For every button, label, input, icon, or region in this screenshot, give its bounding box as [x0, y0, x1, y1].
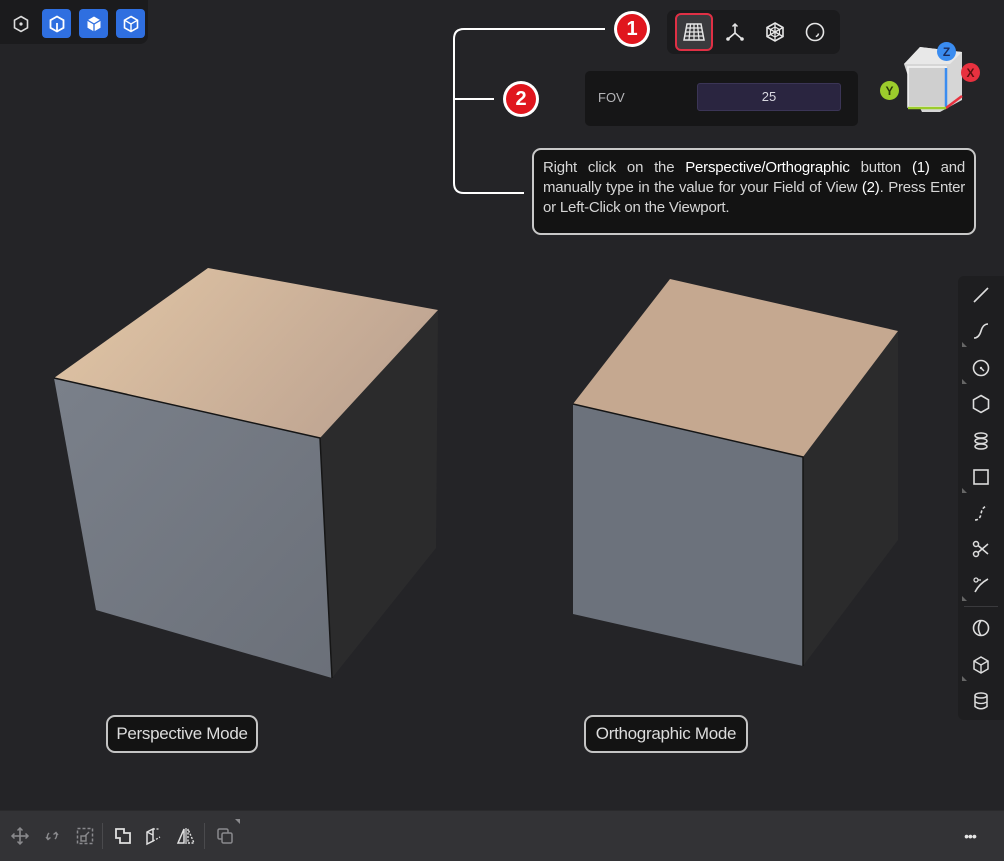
trim-curve-icon: [971, 575, 991, 595]
more-options-button[interactable]: •••: [954, 823, 986, 849]
move-button[interactable]: [7, 823, 33, 849]
scale-button[interactable]: [72, 823, 98, 849]
cut-tool-button[interactable]: [966, 534, 996, 564]
callout-2-badge: 2: [503, 81, 539, 117]
cube-wireframe-button[interactable]: [116, 9, 145, 38]
nav-cube-x-label[interactable]: X: [961, 63, 980, 82]
line-icon: [971, 285, 991, 305]
rotate-button[interactable]: [39, 823, 65, 849]
axes-button[interactable]: [716, 13, 754, 51]
submenu-indicator: [962, 676, 967, 681]
fov-input[interactable]: [697, 83, 841, 111]
submenu-indicator: [962, 342, 967, 347]
boolean-button[interactable]: [110, 823, 136, 849]
wireframe-sphere-button[interactable]: [756, 13, 794, 51]
dashed-curve-tool-button[interactable]: [966, 498, 996, 528]
display-mode-toolbar: [0, 0, 148, 44]
circle-icon: [971, 358, 991, 378]
crescent-icon: [971, 618, 991, 638]
circle-tool-button[interactable]: [966, 353, 996, 383]
fov-label: FOV: [598, 90, 625, 105]
curve-icon: [971, 321, 991, 341]
duplicate-icon: [215, 826, 235, 846]
revolve-tool-button[interactable]: [966, 613, 996, 643]
nav-cube-z-label[interactable]: Z: [937, 42, 956, 61]
view-toolbar: [667, 10, 840, 54]
submenu-indicator: [235, 819, 240, 824]
line-tool-button[interactable]: [966, 280, 996, 310]
cube-icon: [971, 655, 991, 675]
cylinder-icon: [971, 691, 991, 711]
tip-highlight: Perspective/Orthographic: [685, 159, 850, 176]
toolbar-divider: [204, 823, 205, 849]
dashed-curve-icon: [971, 503, 991, 523]
curve-tool-button[interactable]: [966, 316, 996, 346]
hexagon-dot-button[interactable]: [6, 9, 35, 38]
submenu-indicator: [962, 596, 967, 601]
perspective-grid-icon: [683, 22, 705, 42]
orthographic-mode-label: Orthographic Mode: [584, 715, 748, 753]
scissors-icon: [971, 539, 991, 559]
submenu-indicator: [962, 488, 967, 493]
boolean-union-icon: [113, 826, 133, 846]
mirror-button[interactable]: [173, 823, 199, 849]
circle-dot-button[interactable]: [796, 13, 834, 51]
polygon-tool-button[interactable]: [966, 389, 996, 419]
mirror-icon: [176, 826, 196, 846]
nav-cube-y-label[interactable]: Y: [880, 81, 899, 100]
extrude-button[interactable]: [141, 823, 167, 849]
rectangle-icon: [971, 467, 991, 487]
drawing-tools-panel: [958, 276, 1004, 720]
perspective-orthographic-button[interactable]: [675, 13, 713, 51]
panel-divider: [964, 606, 998, 607]
box-tool-button[interactable]: [966, 650, 996, 680]
hexagon-dot-icon: [12, 15, 30, 33]
tip-highlight: (1): [911, 159, 930, 176]
viewport-canvas[interactable]: [0, 240, 950, 700]
callout-2-number: 2: [506, 84, 536, 114]
cube-wireframe-icon: [122, 15, 140, 33]
move-icon: [10, 826, 30, 846]
spiral-stack-icon: [971, 431, 991, 451]
rotate-icon: [42, 826, 62, 846]
callout-1-badge: 1: [614, 11, 650, 47]
cube-solid-icon: [85, 15, 103, 33]
trim-tool-button[interactable]: [966, 570, 996, 600]
hexagon-icon: [971, 394, 991, 414]
bottom-toolbar: •••: [0, 810, 1004, 861]
cube-cutaway-button[interactable]: [42, 9, 71, 38]
perspective-cube: [53, 268, 438, 679]
instruction-tooltip: Right click on the Perspective/Orthograp…: [532, 148, 976, 235]
circle-dot-icon: [804, 21, 826, 43]
rectangle-tool-button[interactable]: [966, 462, 996, 492]
extrude-icon: [144, 826, 164, 846]
axes-icon: [724, 21, 746, 43]
orthographic-cube: [572, 279, 898, 666]
toolbar-divider: [102, 823, 103, 849]
wireframe-sphere-icon: [764, 21, 786, 43]
cylinder-tool-button[interactable]: [966, 686, 996, 716]
scale-icon: [75, 826, 95, 846]
navigation-cube[interactable]: Z X Y: [878, 42, 988, 112]
perspective-mode-label: Perspective Mode: [106, 715, 258, 753]
submenu-indicator: [962, 379, 967, 384]
tip-highlight: (2): [861, 179, 880, 196]
callout-1-number: 1: [617, 14, 647, 44]
nav-cube-front: [907, 66, 947, 108]
cube-cutaway-icon: [48, 14, 66, 33]
tip-text: Right click on the: [543, 159, 686, 176]
fov-panel: FOV: [585, 71, 858, 126]
helix-tool-button[interactable]: [966, 426, 996, 456]
duplicate-button[interactable]: [212, 823, 238, 849]
cube-solid-button[interactable]: [79, 9, 108, 38]
tip-text: button: [849, 159, 912, 176]
